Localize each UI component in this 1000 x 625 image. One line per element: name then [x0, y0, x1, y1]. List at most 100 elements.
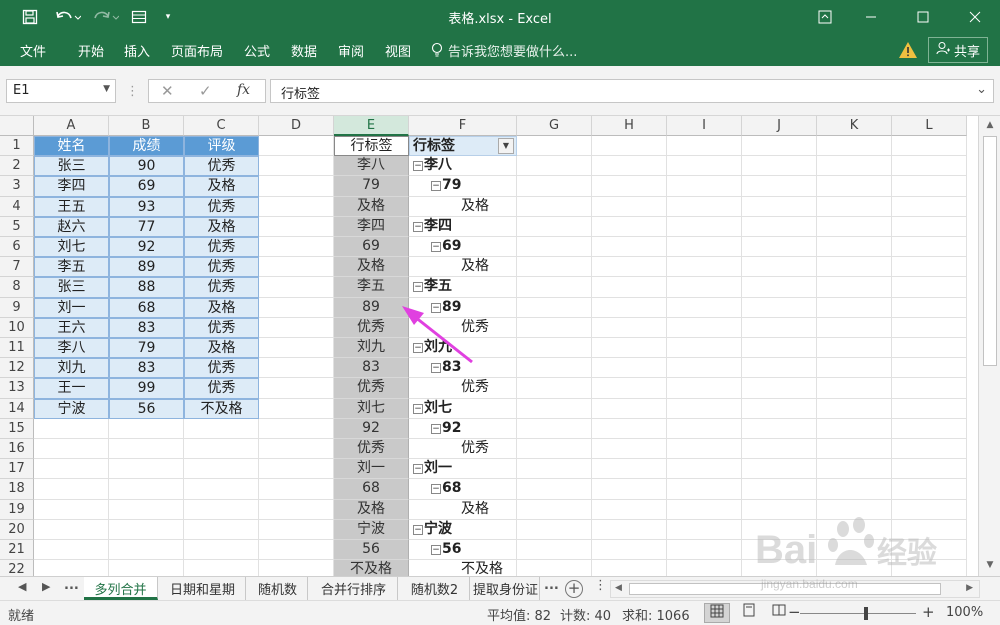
table-cell[interactable] [259, 277, 334, 298]
table-cell[interactable] [742, 156, 817, 177]
table-cell[interactable]: 优秀 [334, 439, 409, 460]
table-cell[interactable] [259, 398, 334, 419]
table-cell[interactable] [592, 459, 667, 480]
tab-sheet-4[interactable]: 合并行排序 [310, 577, 398, 600]
table-cell[interactable] [592, 216, 667, 237]
table-cell[interactable] [109, 499, 184, 520]
filter-dropdown-icon[interactable]: ▼ [498, 138, 514, 154]
table-cell[interactable]: 刘一 [334, 459, 409, 480]
table-cell[interactable] [184, 439, 259, 460]
table-cell[interactable] [892, 176, 967, 197]
collapse-icon[interactable]: − [431, 363, 441, 374]
pivot-row[interactable]: − 刘七 [409, 398, 517, 419]
table-cell[interactable] [667, 459, 742, 480]
collapse-icon[interactable]: − [431, 242, 441, 252]
pivot-row[interactable]: − 刘一 [409, 459, 517, 480]
row-header-11[interactable]: 11 [0, 338, 34, 359]
table-cell[interactable] [517, 216, 592, 237]
table-cell[interactable] [667, 277, 742, 298]
column-header-l[interactable]: L [892, 116, 967, 136]
table-cell[interactable] [517, 439, 592, 460]
table-cell[interactable]: 88 [109, 277, 184, 298]
table-cell[interactable] [667, 338, 742, 359]
zoom-slider-thumb[interactable] [864, 607, 868, 620]
select-all-corner[interactable] [0, 116, 34, 136]
table-cell[interactable] [817, 338, 892, 359]
selected-cell[interactable]: 行标签 [334, 136, 409, 157]
table-cell[interactable] [817, 459, 892, 480]
table-cell[interactable] [592, 338, 667, 359]
table-cell[interactable] [517, 237, 592, 258]
table-cell[interactable] [892, 196, 967, 217]
row-header-13[interactable]: 13 [0, 378, 34, 399]
table-cell[interactable] [517, 338, 592, 359]
table-cell[interactable] [817, 277, 892, 298]
table-cell[interactable] [259, 156, 334, 177]
row-header-14[interactable]: 14 [0, 398, 34, 419]
table-cell[interactable] [742, 459, 817, 480]
collapse-icon[interactable]: − [413, 343, 423, 353]
collapse-icon[interactable]: − [431, 181, 441, 192]
table-cell[interactable] [259, 237, 334, 258]
scroll-up-icon[interactable]: ▲ [979, 120, 1000, 130]
pivot-row[interactable]: 优秀 [409, 439, 517, 460]
pivot-row[interactable]: 及格 [409, 499, 517, 520]
table-cell[interactable] [259, 519, 334, 540]
row-header-19[interactable]: 19 [0, 499, 34, 520]
table-cell[interactable]: 83 [109, 317, 184, 338]
table-cell[interactable]: 93 [109, 196, 184, 217]
table-cell[interactable] [592, 257, 667, 278]
table-cell[interactable] [892, 257, 967, 278]
table-cell[interactable] [259, 378, 334, 399]
table-cell[interactable]: 优秀 [184, 196, 259, 217]
tab-prev-icon[interactable]: ◀ [18, 580, 26, 593]
tab-more-left[interactable]: ... [64, 578, 79, 593]
maximize-icon[interactable] [900, 0, 946, 34]
pivot-row[interactable]: − 李五 [409, 277, 517, 298]
table-cell[interactable] [259, 358, 334, 379]
table-cell[interactable]: 张三 [34, 156, 109, 177]
table-cell[interactable] [34, 479, 109, 500]
name-box[interactable]: E1 ▼ [6, 79, 116, 103]
table-cell[interactable] [667, 237, 742, 258]
table-cell[interactable] [259, 479, 334, 500]
table-cell[interactable]: 69 [109, 176, 184, 197]
table-cell[interactable] [184, 459, 259, 480]
pivot-row[interactable]: 优秀 [409, 317, 517, 338]
table-cell[interactable] [259, 439, 334, 460]
splitter-icon[interactable]: ⋮ [594, 578, 607, 593]
table-cell[interactable] [742, 136, 817, 157]
table-cell[interactable] [667, 156, 742, 177]
table-cell[interactable] [259, 317, 334, 338]
collapse-icon[interactable]: − [413, 464, 423, 475]
table-cell[interactable]: 89 [334, 297, 409, 318]
table-cell[interactable] [109, 560, 184, 576]
table-cell[interactable] [259, 540, 334, 561]
pivot-row[interactable]: − 李四 [409, 216, 517, 237]
table-cell[interactable]: 及格 [334, 499, 409, 520]
table-cell[interactable] [517, 176, 592, 197]
table-cell[interactable]: 及格 [184, 216, 259, 237]
zoom-slider[interactable] [800, 613, 916, 614]
table-header-cell[interactable]: 评级 [184, 136, 259, 157]
scroll-left-icon[interactable]: ◀ [615, 583, 622, 593]
table-cell[interactable]: 92 [334, 418, 409, 439]
row-header-15[interactable]: 15 [0, 418, 34, 439]
table-cell[interactable] [892, 479, 967, 500]
table-cell[interactable] [892, 459, 967, 480]
collapse-icon[interactable]: − [431, 545, 441, 555]
table-cell[interactable] [592, 317, 667, 338]
pivot-row[interactable]: − 宁波 [409, 519, 517, 540]
table-cell[interactable] [34, 560, 109, 576]
row-header-10[interactable]: 10 [0, 317, 34, 338]
table-cell[interactable]: 王一 [34, 378, 109, 399]
table-cell[interactable] [742, 398, 817, 419]
pivot-row[interactable]: −56 [409, 540, 517, 561]
column-header-d[interactable]: D [259, 116, 334, 136]
table-cell[interactable] [517, 540, 592, 561]
collapse-icon[interactable]: − [413, 524, 423, 535]
menu-view[interactable]: 视图 [385, 41, 411, 60]
table-cell[interactable] [817, 156, 892, 177]
table-cell[interactable] [259, 499, 334, 520]
tab-more-right[interactable]: ... [544, 578, 559, 593]
